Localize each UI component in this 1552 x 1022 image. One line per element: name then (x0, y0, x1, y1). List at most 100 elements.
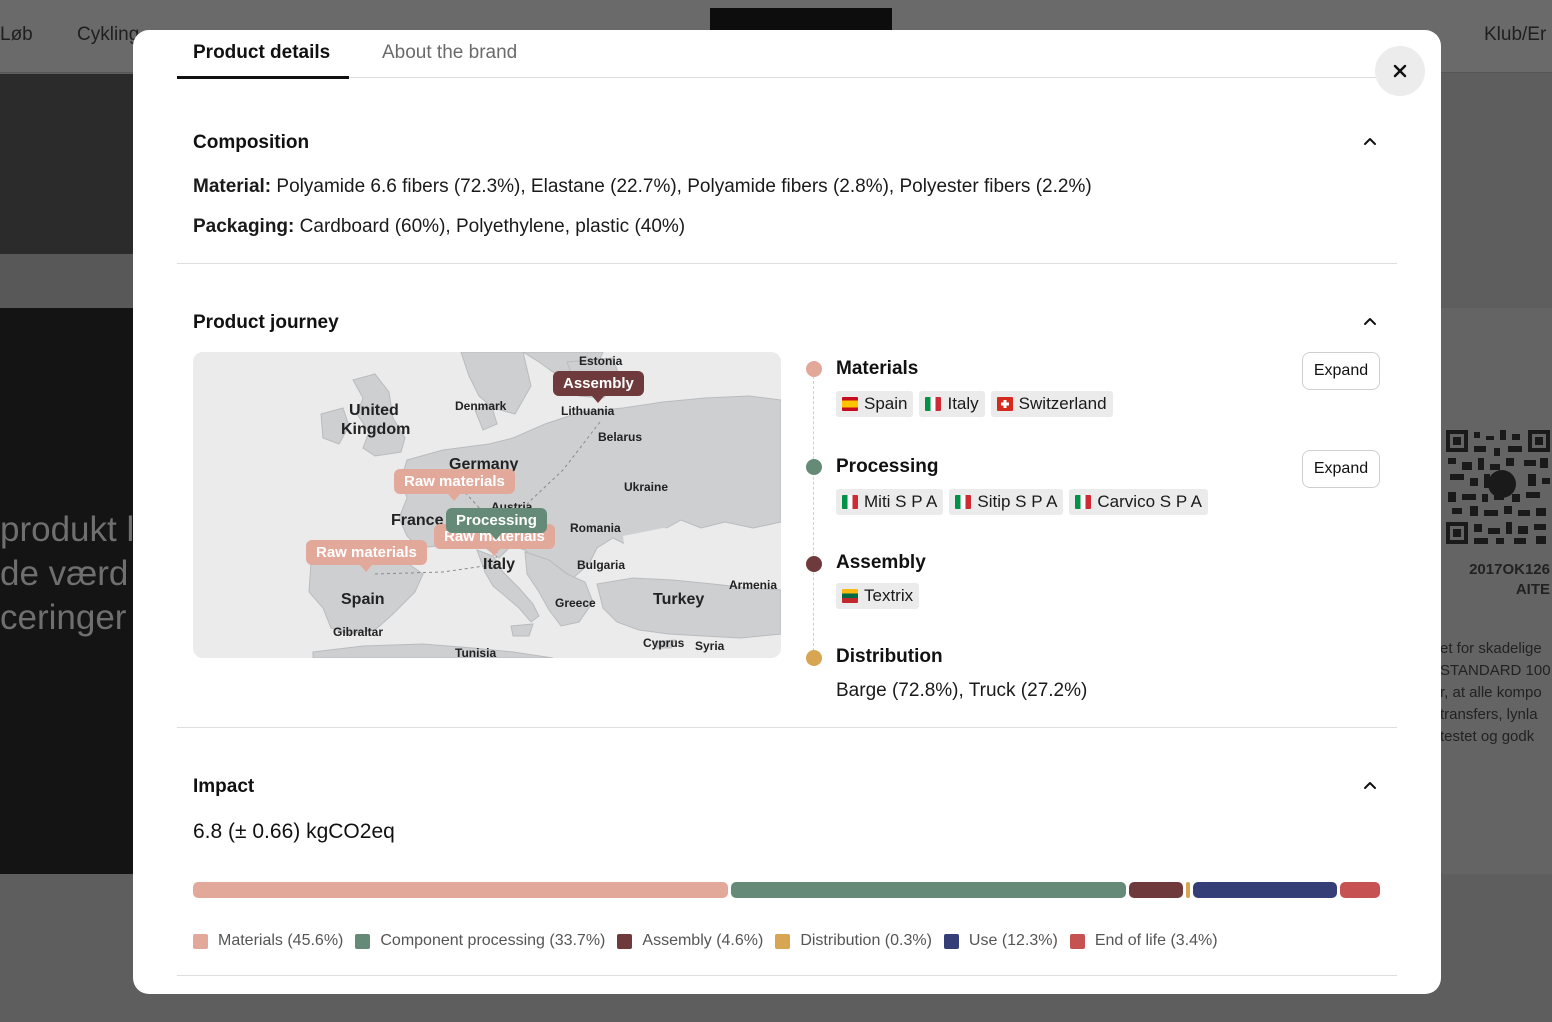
map-label: Bulgaria (577, 558, 626, 572)
map-label: Spain (341, 591, 385, 608)
italy-flag-icon (842, 495, 858, 509)
bg-hero-text: produkt l de værd ceringer (0, 510, 135, 637)
tab-about-the-brand[interactable]: About the brand (382, 42, 517, 64)
section-divider (177, 975, 1397, 976)
map-label: Turkey (653, 591, 705, 608)
qr-code-icon (1444, 428, 1552, 546)
legend-swatch (193, 933, 208, 949)
map-tag-raw-materials[interactable]: Raw materials (306, 540, 427, 572)
chip-spain: Spain (836, 391, 914, 417)
material-label: Material: (193, 176, 272, 197)
legend-label: Materials (45.6%) (218, 932, 344, 949)
journey-timeline-line (813, 376, 814, 666)
italy-flag-icon (955, 495, 972, 509)
distribution-dot (806, 650, 822, 666)
processing-chips: Miti S P A Sitip S P A Carvico S P A (836, 489, 1208, 515)
processing-dot (806, 459, 822, 475)
composition-title: Composition (193, 132, 310, 153)
tab-bar: Product details About the brand (177, 30, 1397, 79)
distribution-text: Barge (72.8%), Truck (27.2%) (836, 680, 1088, 701)
legend-swatch (943, 933, 959, 949)
legend-swatch (775, 933, 791, 949)
legend-item: Distribution (0.3%) (775, 932, 932, 950)
spain-flag-icon (842, 397, 858, 411)
materials-dot (806, 361, 822, 377)
step-title-distribution: Distribution (836, 646, 943, 667)
step-title-materials: Materials (836, 358, 919, 379)
legend-label: End of life (3.4%) (1094, 932, 1218, 949)
legend-swatch (617, 933, 633, 949)
map-tag-assembly[interactable]: Assembly (553, 371, 644, 403)
chip-carvico: Carvico S P A (1069, 489, 1208, 515)
map-label: Ukraine (624, 480, 669, 494)
legend-swatch (355, 933, 371, 949)
packaging-value: Cardboard (60%), Polyethylene, plastic (… (299, 216, 686, 237)
map-tag-raw-materials[interactable]: Raw materials (394, 469, 515, 501)
packaging-line: Packaging: Cardboard (60%), Polyethylene… (193, 216, 685, 238)
material-line: Material: Polyamide 6.6 fibers (72.3%), … (193, 176, 1092, 198)
close-icon (1393, 64, 1407, 78)
chip-switzerland: Switzerland (990, 391, 1113, 417)
chevron-up-icon[interactable] (1361, 313, 1379, 331)
chevron-up-icon[interactable] (1361, 133, 1379, 151)
bg-certificate-text: 2017OK126 AITE et for skadelige STANDARD… (1440, 561, 1551, 745)
legend-item: End of life (3.4%) (1069, 932, 1218, 950)
impact-bar-segment (193, 882, 728, 898)
chip-miti: Miti S P A (836, 489, 944, 515)
map-label: Denmark (455, 399, 507, 413)
assembly-chips: Textrix (836, 583, 920, 609)
italy-flag-icon (1075, 495, 1092, 509)
lithuania-flag-icon (842, 589, 858, 603)
map-label: Tunisia (455, 646, 497, 658)
impact-legend: Materials (45.6%) Component processing (3… (193, 932, 1218, 950)
map-label: Syria (695, 639, 725, 653)
bg-nav-item: Cykling (77, 24, 140, 45)
italy-flag-icon (925, 397, 942, 411)
material-value: Polyamide 6.6 fibers (72.3%), Elastane (… (276, 176, 1092, 197)
step-title-processing: Processing (836, 456, 939, 477)
impact-bar-segment (1339, 882, 1380, 898)
impact-bar (193, 882, 1381, 898)
map-label: Kingdom (341, 421, 411, 438)
legend-label: Use (12.3%) (968, 932, 1058, 949)
map-label: Italy (483, 556, 516, 573)
expand-processing-button[interactable]: Expand (1302, 450, 1380, 488)
map-label: Estonia (579, 354, 623, 368)
map-label: Gibraltar (333, 625, 384, 639)
impact-bar-segment (1192, 882, 1337, 898)
legend-item: Use (12.3%) (943, 932, 1058, 950)
section-divider (177, 727, 1397, 728)
assembly-dot (806, 556, 822, 572)
chevron-up-icon[interactable] (1361, 777, 1379, 795)
bg-panel (0, 74, 140, 254)
active-tab-indicator (177, 76, 349, 79)
bg-nav-item: Klub/Er (1484, 24, 1547, 45)
close-button[interactable] (1375, 46, 1425, 96)
impact-title: Impact (193, 776, 255, 797)
chip-italy: Italy (919, 391, 985, 417)
map-label: Cyprus (643, 636, 685, 650)
legend-item: Assembly (4.6%) (617, 932, 763, 950)
product-details-modal: Product details About the brand Composit… (133, 30, 1441, 994)
bg-panel (0, 254, 140, 308)
europe-map-shapes (193, 352, 781, 658)
impact-bar-segment (730, 882, 1127, 898)
step-title-assembly: Assembly (836, 552, 926, 573)
map-tag-processing[interactable]: Processing (446, 508, 547, 540)
legend-item: Component processing (33.7%) (355, 932, 605, 950)
expand-materials-button[interactable]: Expand (1302, 352, 1380, 390)
map-label: United (349, 402, 399, 419)
tab-product-details[interactable]: Product details (193, 42, 330, 64)
chip-sitip: Sitip S P A (949, 489, 1064, 515)
impact-bar-segment (1129, 882, 1184, 898)
legend-label: Assembly (4.6%) (642, 932, 764, 949)
section-divider (177, 263, 1397, 264)
map-label: Greece (555, 596, 596, 610)
packaging-label: Packaging: (193, 216, 295, 237)
journey-map[interactable]: Estonia United Kingdom Denmark Lithuania… (193, 352, 781, 658)
legend-label: Distribution (0.3%) (800, 932, 932, 949)
bg-logo (710, 8, 892, 30)
materials-chips: Spain Italy Switzerland (836, 391, 1113, 417)
legend-item: Materials (45.6%) (193, 932, 343, 950)
switzerland-flag-icon (996, 397, 1013, 411)
